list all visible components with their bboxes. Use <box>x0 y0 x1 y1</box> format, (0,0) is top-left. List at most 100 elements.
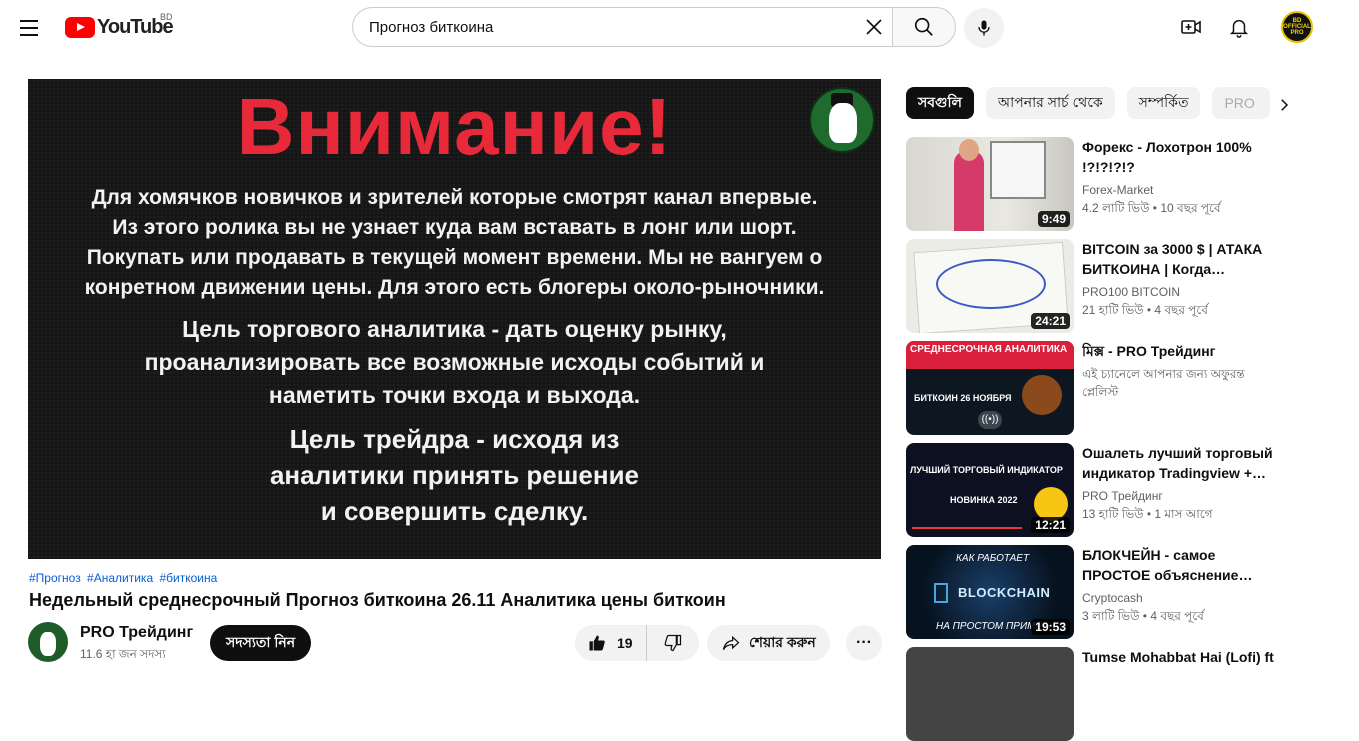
video-thumbnail[interactable]: КАК РАБОТАЕТ BLOCKCHAIN НА ПРОСТОМ ПРИМЕ… <box>906 545 1074 639</box>
share-label: শেয়ার করুন <box>749 634 816 650</box>
recommendation-info: БЛОКЧЕЙН - самое ПРОСТОЕ объяснение рабо… <box>1082 545 1282 639</box>
recommendation-info: Ошалеть лучший торговый индикатор Tradin… <box>1082 443 1282 537</box>
recommendation-channel[interactable]: Forex-Market <box>1082 181 1282 199</box>
notifications-button[interactable] <box>1224 12 1254 42</box>
recommendation-meta: 13 হাটি ভিউ • 1 মাস আগে <box>1082 507 1213 521</box>
more-actions-button[interactable]: ··· <box>846 625 882 661</box>
video-add-icon <box>1181 20 1201 34</box>
filter-chips: সবগুলি আপনার সার্চ থেকে সম্পর্কিত PRO <box>906 87 1271 119</box>
recommendation-item[interactable]: 9:49 Форекс - Лохотрон 100% !?!?!?!? For… <box>906 137 1346 231</box>
mix-radio-icon: ((•)) <box>978 411 1002 429</box>
player-line: аналитики принять решение <box>269 460 640 490</box>
recommendation-channel[interactable]: Cryptocash <box>1082 589 1282 607</box>
search-input[interactable] <box>369 18 849 36</box>
dislike-button[interactable] <box>647 625 699 661</box>
recommendation-title[interactable]: মিক্স - PRO Трейдинг <box>1082 341 1282 361</box>
close-icon <box>866 19 882 35</box>
recommendation-item[interactable]: 24:21 BITCOIN за 3000 $ | АТАКА БИТКОИНА… <box>906 239 1346 333</box>
video-thumbnail[interactable]: 24:21 <box>906 239 1074 333</box>
recommendation-info: Форекс - Лохотрон 100% !?!?!?!? Forex-Ma… <box>1082 137 1282 231</box>
recommendation-info: BITCOIN за 3000 $ | АТАКА БИТКОИНА | Ког… <box>1082 239 1282 333</box>
video-player[interactable]: Внимание! Для хомячков новичков и зрител… <box>28 79 881 559</box>
recommendation-title[interactable]: Ошалеть лучший торговый индикатор Tradin… <box>1082 443 1282 483</box>
player-line: и совершить сделку. <box>320 496 589 526</box>
thumbnail-scribble <box>936 259 1046 309</box>
video-thumbnail[interactable]: ЛУЧШИЙ ТОРГОВЫЙ ИНДИКАТОР НОВИНКА 2022 1… <box>906 443 1074 537</box>
chips-next-button[interactable] <box>1270 91 1298 119</box>
more-horizontal-icon: ··· <box>856 634 872 651</box>
recommendation-item[interactable]: ЛУЧШИЙ ТОРГОВЫЙ ИНДИКАТОР НОВИНКА 2022 1… <box>906 443 1346 537</box>
recommendation-title[interactable]: Форекс - Лохотрон 100% !?!?!?!? <box>1082 137 1282 177</box>
recommendation-meta: 4.2 লাটি ভিউ • 10 বছর পূর্বে <box>1082 201 1221 215</box>
clear-search-button[interactable] <box>862 15 886 39</box>
hashtag-link[interactable]: #биткоина <box>159 571 217 585</box>
channel-avatar[interactable] <box>28 622 68 662</box>
like-count: 19 <box>617 635 633 651</box>
player-line: конретном движении цены. Для этого есть … <box>84 276 825 299</box>
player-paragraph-2: Цель торгового аналитика - дать оценку р… <box>28 313 881 412</box>
search-icon <box>914 17 933 36</box>
avatar-text: BD OFFICIAL PRO <box>1283 18 1311 36</box>
chip-pro[interactable]: PRO <box>1212 87 1271 119</box>
recommendation-title[interactable]: BITCOIN за 3000 $ | АТАКА БИТКОИНА | Ког… <box>1082 239 1282 279</box>
bell-icon <box>1229 19 1249 38</box>
hashtag-link[interactable]: #Прогноз <box>29 571 81 585</box>
player-line: Из этого ролика вы не узнает куда вам вс… <box>112 216 797 239</box>
recommendation-info: মিক্স - PRO Трейдинг এই চ্যানেলে আপনার জ… <box>1082 341 1282 435</box>
thumbs-up-icon <box>589 635 605 651</box>
menu-button[interactable] <box>16 14 44 42</box>
like-button[interactable]: 19 <box>575 625 647 661</box>
thumbnail-caption-2: НА ПРОСТОМ ПРИМЕ <box>936 621 1043 632</box>
chip-from-search[interactable]: আপনার সার্চ থেকে <box>985 87 1115 119</box>
recommendation-channel: এই চ্যানেলে আপনার জন্য অফুরন্ত প্লেলিস্ট <box>1082 367 1245 399</box>
thumbnail-caption-2: БИТКОИН 26 НОЯБРЯ <box>914 393 1012 403</box>
recommendation-info: Tumse Mohabbat Hai (Lofi) ft <box>1082 647 1282 741</box>
thumbnail-caption: СРЕДНЕСРОЧНАЯ АНАЛИТИКА <box>906 341 1074 369</box>
player-heading: Внимание! <box>236 82 673 171</box>
thumbnail-emoji <box>1034 487 1068 521</box>
recommendation-title[interactable]: Tumse Mohabbat Hai (Lofi) ft <box>1082 647 1282 667</box>
video-thumbnail[interactable] <box>906 647 1074 741</box>
country-code: BD <box>160 12 173 22</box>
hashtag-link[interactable]: #Аналитика <box>87 571 153 585</box>
thumbnail-whiteboard <box>990 141 1046 199</box>
player-paragraph-1: Для хомячков новичков и зрителей которые… <box>28 183 881 303</box>
thumbs-down-icon <box>664 634 682 652</box>
search-box <box>352 7 892 47</box>
thumbnail-caption: ЛУЧШИЙ ТОРГОВЫЙ ИНДИКАТОР <box>910 465 1063 475</box>
hashtags: #Прогноз #Аналитика #биткоина <box>29 571 220 585</box>
recommendation-item[interactable]: КАК РАБОТАЕТ BLOCKCHAIN НА ПРОСТОМ ПРИМЕ… <box>906 545 1346 639</box>
youtube-logo[interactable]: YouTube BD <box>65 12 174 39</box>
recommendation-title[interactable]: БЛОКЧЕЙН - самое ПРОСТОЕ объяснение рабо… <box>1082 545 1282 585</box>
thumbnail-caption-2: НОВИНКА 2022 <box>950 495 1018 505</box>
duration-badge: 19:53 <box>1031 619 1070 635</box>
share-icon <box>722 635 740 650</box>
player-line: Покупать или продавать в текущей момент … <box>86 246 823 269</box>
voice-search-button[interactable] <box>964 8 1004 48</box>
hamburger-icon-line <box>20 34 38 36</box>
chip-related[interactable]: সম্পর্কিত <box>1126 87 1201 119</box>
recommendation-meta: 3 লাটি ভিউ • 4 বছর পূর্বে <box>1082 609 1204 623</box>
recommendation-channel[interactable]: PRO Трейдинг <box>1082 487 1282 505</box>
recommendation-item[interactable]: Tumse Mohabbat Hai (Lofi) ft <box>906 647 1346 741</box>
thumbnail-word: BLOCKCHAIN <box>958 585 1051 600</box>
create-button[interactable] <box>1176 12 1206 42</box>
recommendation-meta: 21 হাটি ভিউ • 4 বছর পূর্বে <box>1082 303 1208 317</box>
channel-name[interactable]: PRO Трейдинг <box>80 624 193 642</box>
player-line: Для хомячков новичков и зрителей которые… <box>91 186 818 209</box>
share-button[interactable]: শেয়ার করুন <box>707 625 830 661</box>
chip-all[interactable]: সবগুলি <box>906 87 974 119</box>
video-title: Недельный среднесрочный Прогноз биткоина… <box>29 590 726 610</box>
thumbnail-person-head <box>959 139 979 161</box>
video-thumbnail[interactable]: СРЕДНЕСРОЧНАЯ АНАЛИТИКА БИТКОИН 26 НОЯБР… <box>906 341 1074 435</box>
chevron-right-icon <box>1281 99 1289 111</box>
thumbnail-chart <box>912 513 1022 529</box>
subscribe-button[interactable]: সদস্যতা নিন <box>210 625 312 661</box>
account-avatar[interactable]: BD OFFICIAL PRO <box>1281 11 1313 43</box>
search-button[interactable] <box>892 7 956 47</box>
recommendation-channel[interactable]: PRO100 BITCOIN <box>1082 283 1282 301</box>
recommendation-item[interactable]: СРЕДНЕСРОЧНАЯ АНАЛИТИКА БИТКОИН 26 НОЯБР… <box>906 341 1346 435</box>
like-dislike-group: 19 <box>575 625 699 661</box>
hamburger-icon-line <box>20 27 38 29</box>
video-thumbnail[interactable]: 9:49 <box>906 137 1074 231</box>
